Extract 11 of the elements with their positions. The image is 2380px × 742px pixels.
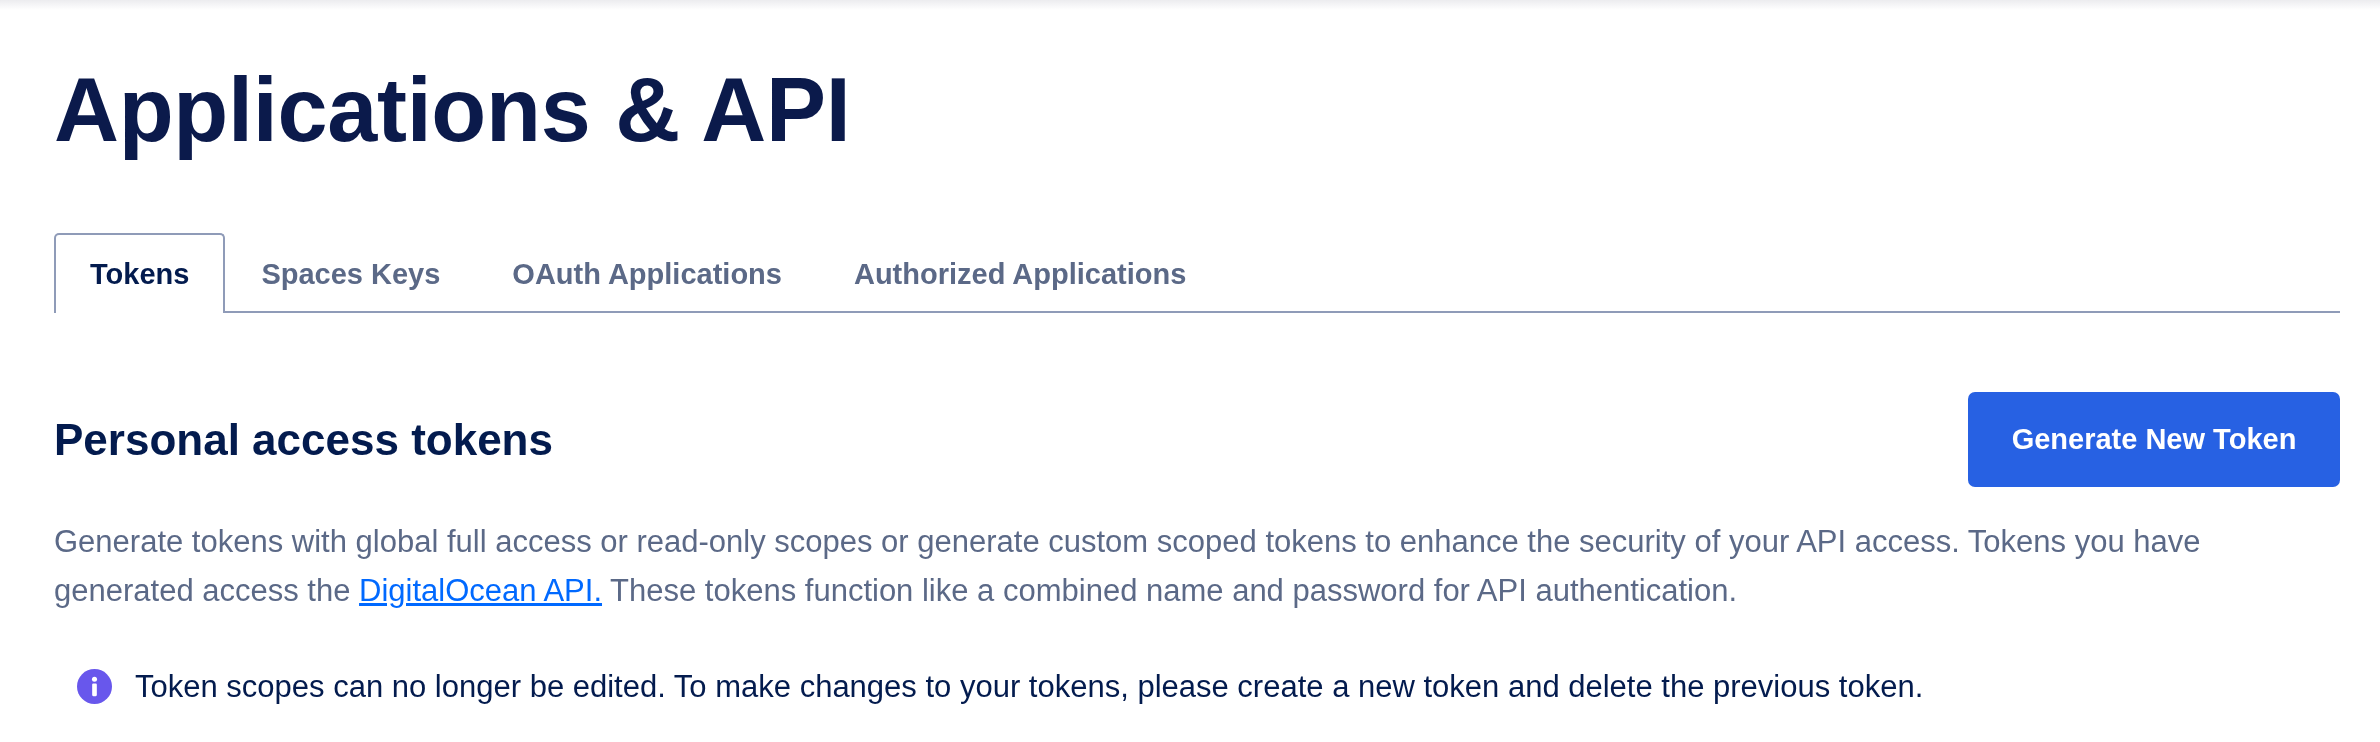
- tab[interactable]: Authorized Applications: [817, 233, 1223, 313]
- tab[interactable]: Spaces Keys: [225, 233, 477, 313]
- section-heading: Personal access tokens: [54, 414, 553, 465]
- api-docs-link[interactable]: DigitalOcean API.: [359, 573, 602, 608]
- description-text: Generate tokens with global full access or read-only scopes or generate custom scoped tokens to enhance the security of your API access. Tokens you have generated access the DigitalOcean API. These tokens function like a combined name and password for API authentication.: [54, 523, 2202, 610]
- notice-text: Token scopes can no longer be edited. To make changes to your tokens, please create a new token and delete the previous token.: [135, 668, 1924, 706]
- tab[interactable]: Tokens: [54, 233, 226, 313]
- generate-token-button[interactable]: Generate New Token: [1968, 392, 2340, 487]
- tab[interactable]: OAuth Applications: [476, 233, 818, 313]
- info-icon: [77, 669, 112, 704]
- page-title: Applications & API: [54, 59, 851, 162]
